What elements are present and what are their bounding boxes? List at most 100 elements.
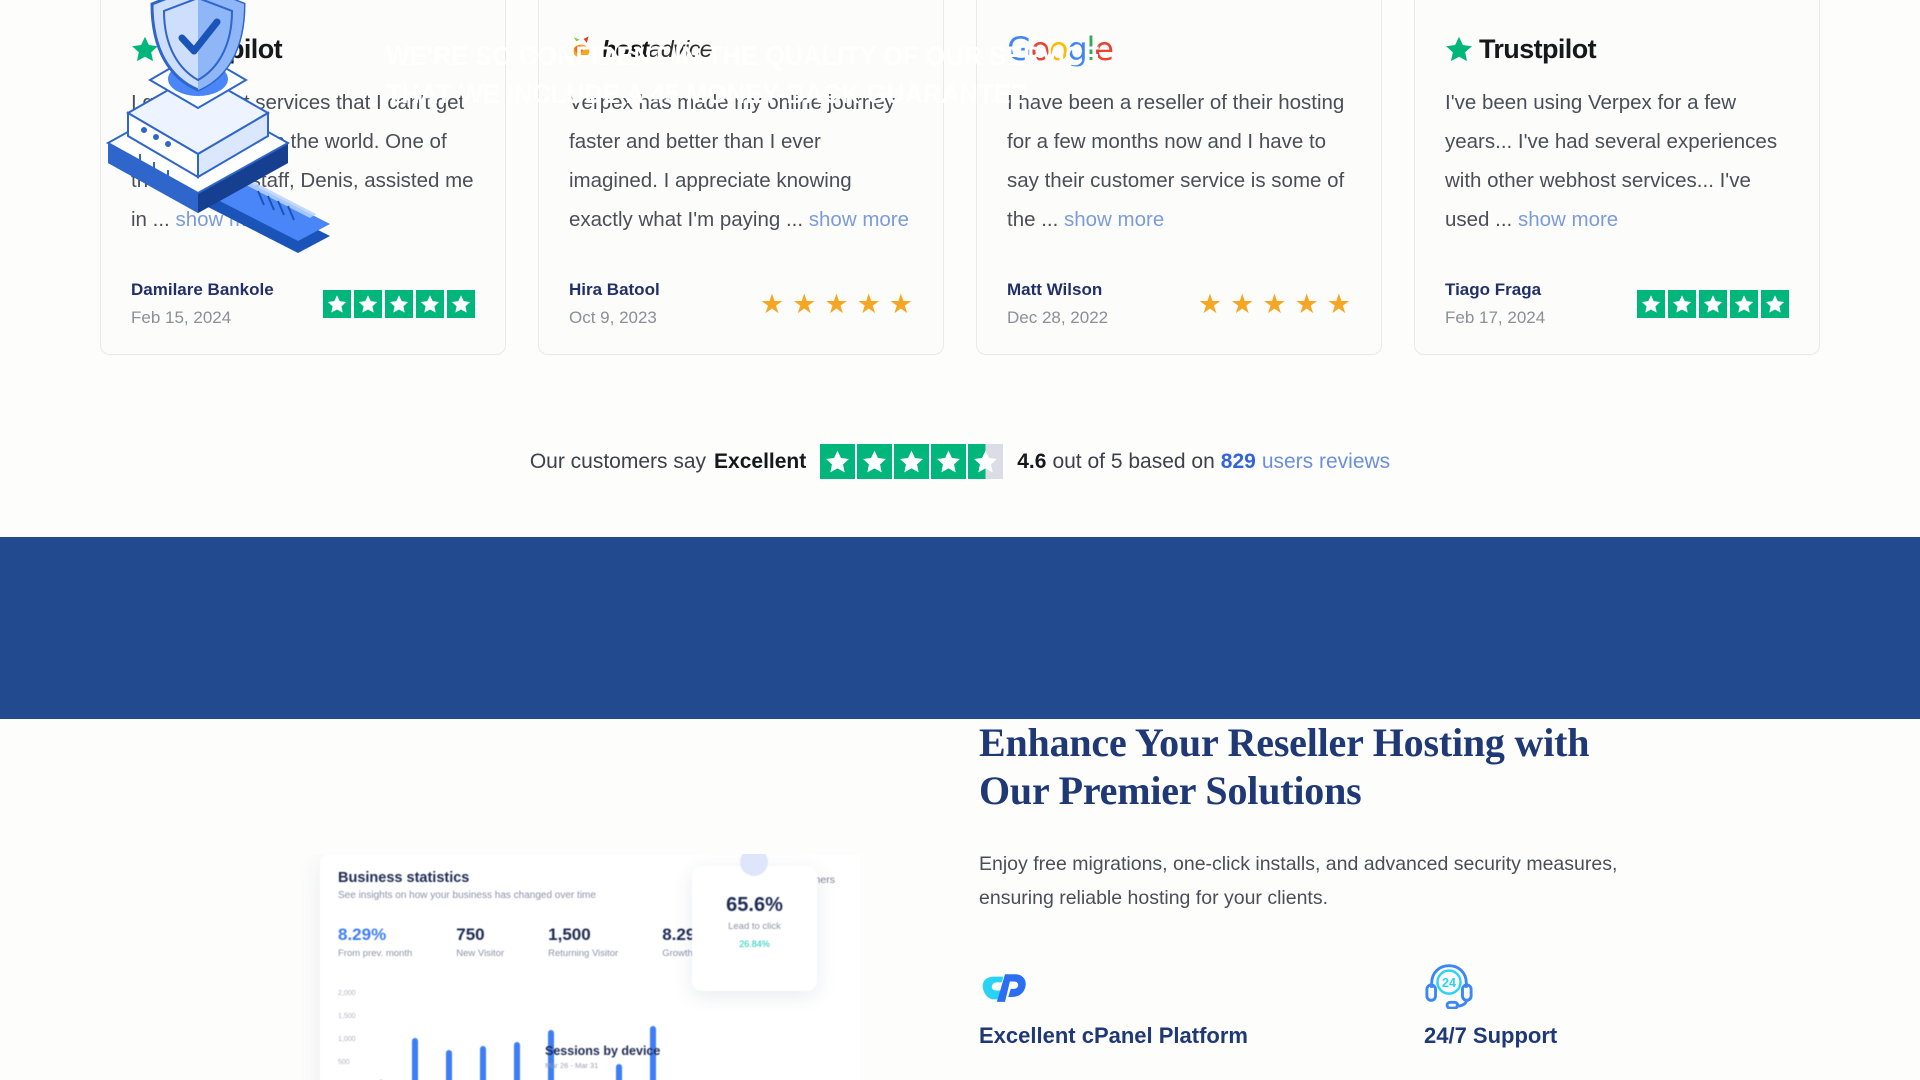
- rating-stars: [323, 290, 475, 318]
- review-card-footer: Damilare Bankole Feb 15, 2024: [131, 280, 475, 328]
- page-root: Trustpilot I got the best services that …: [0, 0, 1920, 1080]
- review-card-footer: Matt Wilson Dec 28, 2022 ★ ★ ★ ★ ★: [1007, 280, 1351, 328]
- rating-stars: ★ ★ ★ ★ ★: [1197, 288, 1351, 319]
- stat-value: 8.29%: [338, 925, 387, 944]
- show-more-link[interactable]: show more: [809, 208, 909, 231]
- y-tick: 2,000: [338, 990, 356, 997]
- promo-heading-line-2: Our Premier Solutions: [979, 768, 1362, 813]
- svg-text:24: 24: [1442, 976, 1456, 990]
- star-icon: [354, 290, 382, 318]
- chart-y-axis: 2,000 1,500 1,000 500: [338, 982, 356, 1074]
- summary-outof-text: out of 5 based on: [1052, 449, 1215, 473]
- stat-value: 750: [456, 925, 485, 944]
- star-icon: [323, 290, 351, 318]
- star-icon: [1637, 290, 1665, 318]
- star-icon: [931, 444, 967, 479]
- sessions-by-device-block: Sessions by device Mar 26 - Mar 31: [545, 1044, 660, 1070]
- y-tick: 1,000: [338, 1036, 356, 1043]
- star-icon: [1761, 290, 1789, 318]
- rating-stars: [1637, 290, 1789, 318]
- guarantee-text: WE'RE SO CONFIDENT IN THE QUALITY OF OUR…: [386, 37, 1100, 113]
- trustpilot-summary-bar: Our customers say Excellent 4.6 out of 5…: [0, 444, 1920, 479]
- summary-lead-text: Our customers say: [529, 449, 707, 473]
- star-icon: ★: [1326, 288, 1351, 319]
- star-icon: [416, 290, 444, 318]
- trustpilot-wordmark: Trustpilot: [1479, 33, 1597, 64]
- stat-label: From prev. month: [338, 948, 413, 959]
- promo-section: Business statistics See insights on how …: [0, 719, 1920, 1080]
- feature-cpanel: Excellent cPanel Platform: [979, 957, 1294, 1049]
- trustpilot-logo: Trustpilot: [1445, 29, 1789, 69]
- trustpilot-star-icon: [1445, 35, 1473, 63]
- shield-badge-illustration-icon: [78, 0, 348, 268]
- chart-bar: [480, 1046, 486, 1080]
- y-tick: 500: [338, 1059, 350, 1066]
- star-icon: [894, 444, 930, 479]
- reviewer-date: Oct 9, 2023: [569, 308, 657, 327]
- feature-support: 24 24/7 Support: [1424, 957, 1739, 1049]
- feature-label: 24/7 Support: [1424, 1023, 1558, 1048]
- sessions-subtitle: Mar 26 - Mar 31: [545, 1061, 599, 1070]
- guarantee-line-1: WE'RE SO CONFIDENT IN THE QUALITY OF OUR…: [386, 41, 1101, 71]
- promo-features: Excellent cPanel Platform 24 24/7 Suppor…: [979, 957, 1739, 1049]
- summary-sentiment: Excellent: [714, 449, 807, 473]
- review-card-footer: Tiago Fraga Feb 17, 2024: [1445, 280, 1789, 328]
- promo-heading: Enhance Your Reseller Hosting with Our P…: [979, 719, 1739, 815]
- promo-copy: Enhance Your Reseller Hosting with Our P…: [979, 719, 1739, 1049]
- summary-score: 4.6: [1017, 449, 1047, 473]
- star-icon: [820, 444, 856, 479]
- stat-item: 750 New Visitor: [456, 925, 504, 959]
- star-icon: ★: [792, 288, 817, 319]
- rating-stars: ★ ★ ★ ★ ★: [759, 288, 913, 319]
- star-icon: ★: [1262, 288, 1287, 319]
- star-icon: [447, 290, 475, 318]
- star-icon: [1699, 290, 1727, 318]
- reviewer-name: Hira Batool: [569, 280, 660, 299]
- guarantee-line-2: THAT WE INCLUDE A 45 MONEY-BACK GUARANTE…: [386, 79, 1035, 109]
- chart-bar: [514, 1042, 520, 1080]
- reviewer-block: Matt Wilson Dec 28, 2022: [1007, 280, 1108, 328]
- guarantee-banner: [0, 537, 1920, 719]
- review-card[interactable]: Trustpilot I've been using Verpex for a …: [1414, 0, 1820, 355]
- star-icon: ★: [1230, 288, 1255, 319]
- star-icon: [385, 290, 413, 318]
- review-text: I've been using Verpex for a few years..…: [1445, 91, 1778, 231]
- dashboard-illustration: Business statistics See insights on how …: [300, 854, 860, 1080]
- half-star-icon: [968, 444, 1004, 479]
- review-card-footer: Hira Batool Oct 9, 2023 ★ ★ ★ ★ ★: [569, 280, 913, 328]
- show-more-link[interactable]: show more: [1518, 208, 1618, 231]
- summary-reviews-link[interactable]: users reviews: [1262, 450, 1390, 474]
- reviewer-date: Feb 17, 2024: [1445, 308, 1546, 327]
- promo-heading-line-1: Enhance Your Reseller Hosting with: [979, 720, 1590, 765]
- star-icon: ★: [888, 288, 913, 319]
- star-icon: ★: [759, 288, 785, 319]
- lead-delta: 26.84%: [739, 939, 770, 949]
- star-icon: [857, 444, 893, 479]
- star-icon: ★: [1197, 288, 1223, 319]
- reviewer-name: Matt Wilson: [1007, 280, 1103, 299]
- reviewer-date: Feb 15, 2024: [131, 308, 232, 327]
- sessions-title: Sessions by device: [545, 1044, 661, 1058]
- star-icon: ★: [856, 288, 881, 319]
- y-tick: 1,500: [338, 1013, 356, 1020]
- lead-value: 65.6%: [726, 894, 783, 916]
- lead-to-click-card: 65.6% Lead to click 26.84%: [692, 854, 817, 991]
- reviewer-block: Tiago Fraga Feb 17, 2024: [1445, 280, 1545, 328]
- reviewer-date: Dec 28, 2022: [1007, 308, 1109, 327]
- reviewer-name: Damilare Bankole: [131, 280, 274, 299]
- dashboard-card: Business statistics See insights on how …: [320, 854, 860, 1080]
- star-icon: ★: [824, 288, 849, 319]
- cpanel-icon: [979, 957, 1294, 1009]
- stat-item: 1,500 Returning Visitor: [548, 925, 618, 959]
- stat-label: New Visitor: [456, 948, 505, 959]
- stat-label: Returning Visitor: [548, 948, 619, 959]
- stat-value: 1,500: [548, 925, 591, 944]
- feature-label: Excellent cPanel Platform: [979, 1023, 1248, 1048]
- summary-stars: [820, 444, 1004, 479]
- star-icon: [1668, 290, 1696, 318]
- chart-bar: [446, 1050, 452, 1080]
- lead-label: Lead to click: [728, 921, 781, 932]
- chart-bar: [412, 1038, 418, 1080]
- reviewer-block: Hira Batool Oct 9, 2023: [569, 280, 660, 328]
- show-more-link[interactable]: show more: [1064, 208, 1164, 231]
